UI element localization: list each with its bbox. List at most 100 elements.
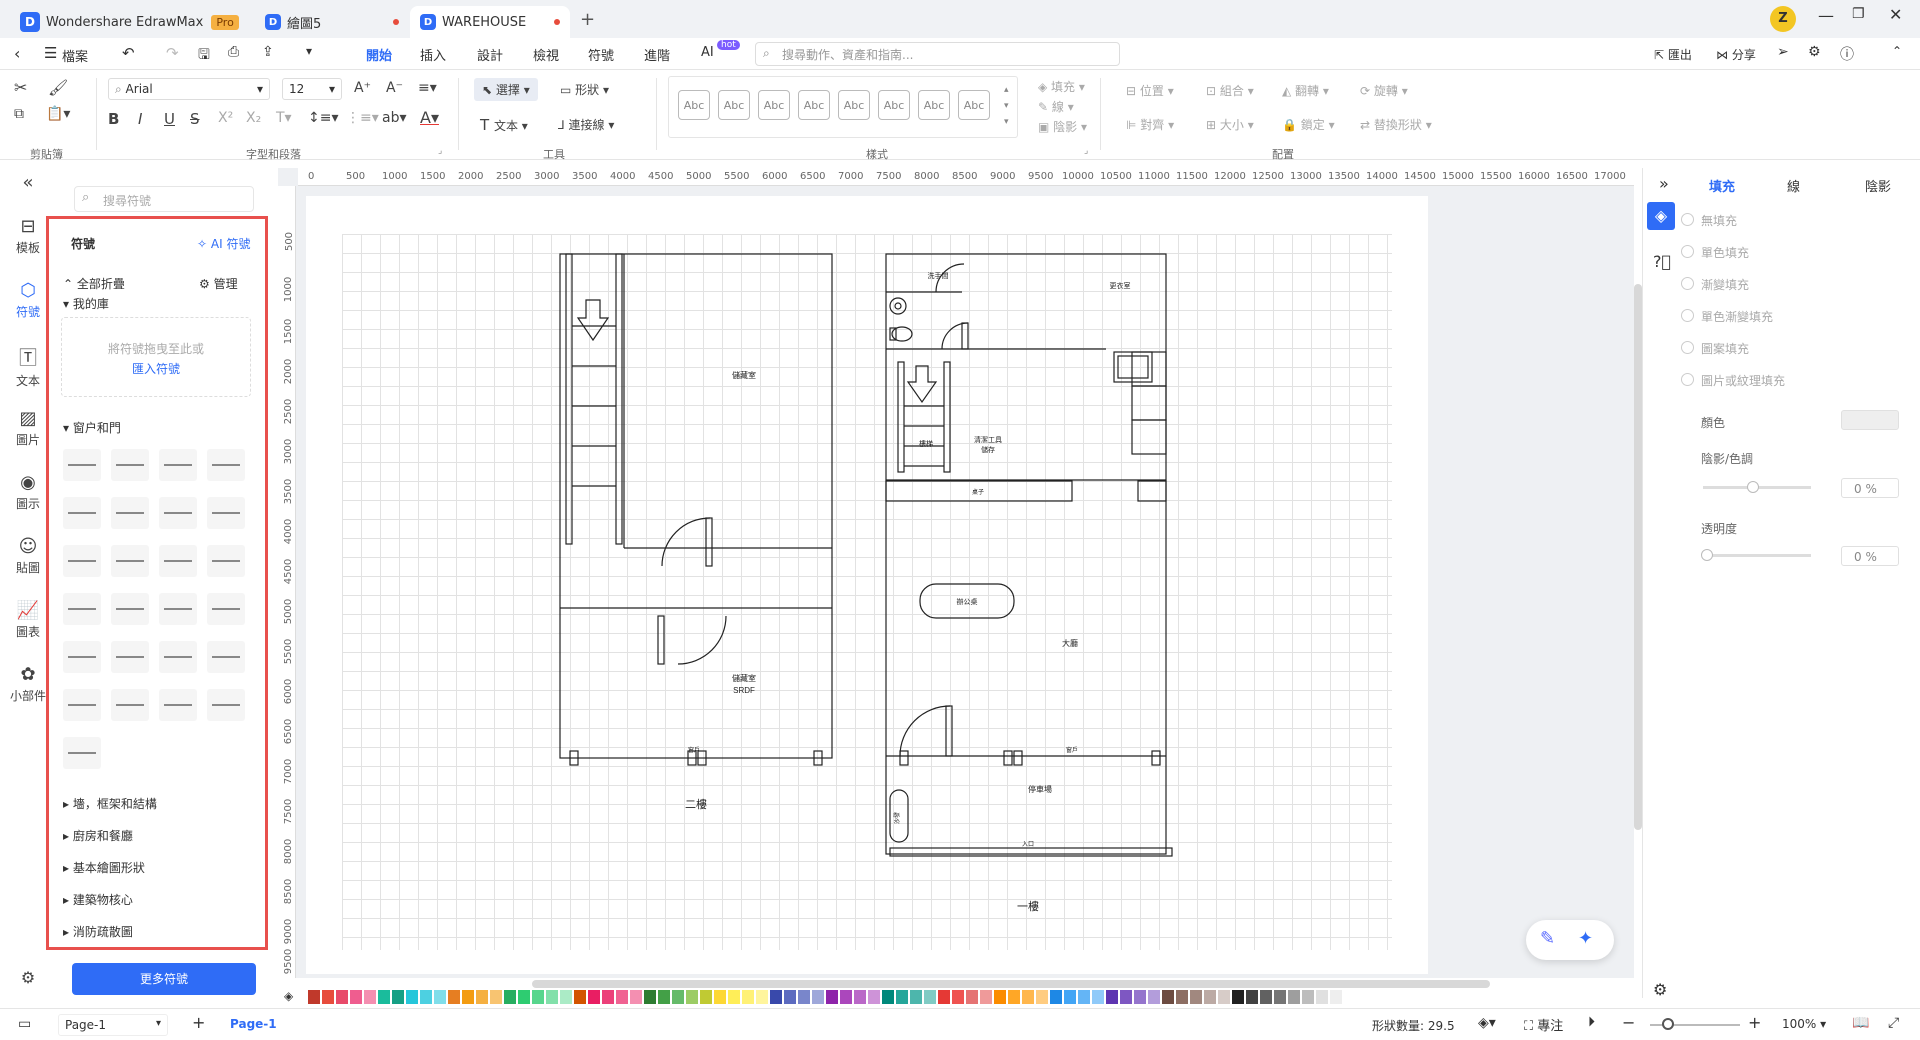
color-swatch[interactable] [588, 990, 600, 1004]
color-swatch[interactable] [658, 990, 670, 1004]
color-swatch[interactable] [532, 990, 544, 1004]
text-style-icon[interactable]: ab▾ [382, 110, 407, 126]
color-swatch[interactable] [742, 990, 754, 1004]
style-swatch[interactable]: Abc [678, 90, 710, 120]
color-swatch[interactable] [1064, 990, 1076, 1004]
color-picker[interactable] [1841, 410, 1899, 430]
color-swatch[interactable] [434, 990, 446, 1004]
symbol-thumbnail[interactable] [207, 545, 245, 577]
share-button[interactable]: ⋈ 分享 [1716, 46, 1756, 63]
color-swatch[interactable] [1120, 990, 1132, 1004]
color-swatch[interactable] [602, 990, 614, 1004]
color-swatch[interactable] [1078, 990, 1090, 1004]
symbol-thumbnail[interactable] [111, 545, 149, 577]
italic-icon[interactable]: I [138, 110, 142, 128]
symbol-thumbnail[interactable] [111, 593, 149, 625]
color-swatch[interactable] [812, 990, 824, 1004]
color-swatch[interactable] [1050, 990, 1062, 1004]
horizontal-scrollbar[interactable] [532, 980, 1490, 988]
connector-tool-button[interactable]: ⅃ 連接線 ▾ [558, 116, 614, 133]
color-swatch[interactable] [798, 990, 810, 1004]
transparency-slider[interactable] [1703, 554, 1811, 557]
decrease-font-icon[interactable]: A⁻ [386, 80, 403, 96]
color-swatch[interactable] [574, 990, 586, 1004]
category-fire-escape[interactable]: ▸ 消防疏散圖 [63, 923, 133, 940]
color-swatch[interactable] [1302, 990, 1314, 1004]
more-icon[interactable]: ▾ [306, 44, 312, 58]
symbol-thumbnail[interactable] [207, 449, 245, 481]
text-case-icon[interactable]: T▾ [276, 110, 292, 126]
symbol-thumbnail[interactable] [111, 449, 149, 481]
menu-icon[interactable]: ☰ [44, 44, 57, 62]
symbol-thumbnail[interactable] [159, 641, 197, 673]
export-file-icon[interactable]: ⇪ [262, 44, 274, 60]
font-size-select[interactable]: 12 ▾ [282, 78, 342, 100]
superscript-icon[interactable]: X² [218, 110, 233, 126]
fill-button[interactable]: ◈ 填充 ▾ [1038, 78, 1085, 95]
color-swatch[interactable] [840, 990, 852, 1004]
color-swatch[interactable] [938, 990, 950, 1004]
increase-font-icon[interactable]: A⁺ [354, 80, 371, 96]
tab-line[interactable]: 線 [1787, 176, 1800, 195]
new-tab-icon[interactable]: + [580, 9, 595, 30]
color-swatch[interactable] [714, 990, 726, 1004]
copy-icon[interactable]: ⧉ [14, 106, 24, 122]
subscript-icon[interactable]: X₂ [246, 110, 261, 126]
shade-input[interactable]: 0 % [1841, 478, 1899, 498]
underline-icon[interactable]: U [164, 110, 175, 128]
rotate-button[interactable]: ⟳ 旋轉 ▾ [1360, 82, 1408, 99]
category-building-core[interactable]: ▸ 建築物核心 [63, 891, 133, 908]
color-swatch[interactable] [952, 990, 964, 1004]
redo-icon[interactable]: ↷ [166, 44, 179, 62]
color-swatch[interactable] [364, 990, 376, 1004]
color-swatch[interactable] [770, 990, 782, 1004]
fit-screen-icon[interactable]: ⤢ [1888, 1015, 1899, 1031]
color-swatch[interactable] [392, 990, 404, 1004]
help-icon[interactable]: ⓘ [1840, 44, 1854, 64]
style-swatch[interactable]: Abc [718, 90, 750, 120]
color-swatch[interactable] [518, 990, 530, 1004]
page-select[interactable]: Page-1 ▾ [58, 1014, 168, 1036]
option-picture-fill[interactable]: 圖片或紋理填充 [1680, 372, 1785, 389]
color-swatch[interactable] [378, 990, 390, 1004]
color-swatch[interactable] [1218, 990, 1230, 1004]
menu-symbols[interactable]: 符號 [588, 45, 614, 64]
color-swatch[interactable] [1176, 990, 1188, 1004]
zoom-level[interactable]: 100% ▾ [1782, 1017, 1826, 1031]
symbol-thumbnail[interactable] [159, 593, 197, 625]
settings-icon[interactable]: ⚙ [0, 968, 56, 987]
category-windows-doors[interactable]: ▾ 窗户和門 [63, 419, 121, 436]
document-tab-1[interactable]: D 繪圖5 [255, 6, 405, 38]
ai-symbol-button[interactable]: ✧ AI 符號 [197, 235, 250, 252]
color-swatch[interactable] [1008, 990, 1020, 1004]
style-swatch[interactable]: Abc [838, 90, 870, 120]
menu-advanced[interactable]: 進階 [644, 45, 670, 64]
shape-tool-button[interactable]: ▭ 形狀 ▾ [560, 81, 609, 98]
symbol-thumbnail[interactable] [159, 449, 197, 481]
color-swatch[interactable] [826, 990, 838, 1004]
undo-icon[interactable]: ↶ [122, 44, 135, 62]
symbol-thumbnail[interactable] [159, 689, 197, 721]
color-swatch[interactable] [1036, 990, 1048, 1004]
font-family-select[interactable]: ⌕ Arial ▾ [108, 78, 270, 100]
color-swatch[interactable] [882, 990, 894, 1004]
avatar[interactable]: Z [1770, 6, 1796, 32]
zoom-slider-handle[interactable] [1662, 1018, 1674, 1030]
symbol-thumbnail[interactable] [207, 689, 245, 721]
symbol-thumbnail[interactable] [111, 497, 149, 529]
lock-button[interactable]: 🔒 鎖定 ▾ [1282, 116, 1335, 133]
zoom-out-icon[interactable]: − [1622, 1013, 1635, 1032]
replace-shape-button[interactable]: ⇄ 替換形狀 ▾ [1360, 116, 1432, 133]
shade-slider-handle[interactable] [1747, 481, 1759, 493]
document-tab-2[interactable]: D WAREHOUSE [410, 6, 570, 38]
color-swatch[interactable] [336, 990, 348, 1004]
symbol-thumbnail[interactable] [63, 449, 101, 481]
settings-icon[interactable]: ⚙ [1808, 44, 1821, 60]
color-swatch[interactable] [448, 990, 460, 1004]
option-pattern-fill[interactable]: 圖案填充 [1680, 340, 1749, 357]
bold-icon[interactable]: B [108, 110, 119, 128]
app-tab[interactable]: D Wondershare EdrawMax Pro [10, 6, 249, 38]
strikethrough-icon[interactable]: S [190, 110, 200, 128]
book-view-icon[interactable]: 📖 [1852, 1015, 1869, 1031]
symbol-thumbnail[interactable] [207, 593, 245, 625]
